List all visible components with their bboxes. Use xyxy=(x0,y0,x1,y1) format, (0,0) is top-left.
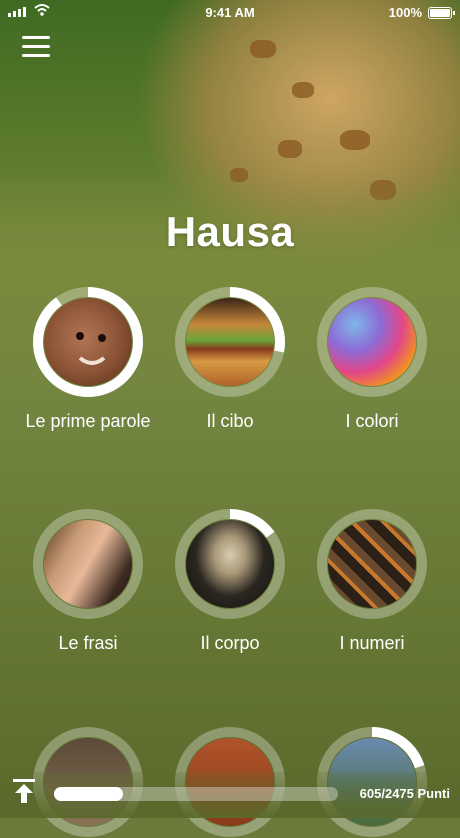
topic-label: I colori xyxy=(345,411,399,431)
colored-powder-image xyxy=(328,298,416,386)
wooden-digits-image xyxy=(328,520,416,608)
topic-numbers[interactable]: I numeri xyxy=(307,508,437,655)
hamburger-menu-icon[interactable] xyxy=(22,36,52,58)
battery-percentage: 100% xyxy=(388,5,422,20)
topic-body[interactable]: Il corpo xyxy=(165,508,295,655)
upload-arrow-icon[interactable] xyxy=(12,778,36,804)
points-progress-fill xyxy=(54,787,124,801)
battery-icon xyxy=(428,7,455,19)
topic-phrases[interactable]: Le frasi xyxy=(23,508,153,655)
page-title: Hausa xyxy=(165,208,295,255)
topic-label: Il corpo xyxy=(200,633,260,653)
points-counter: 605/2475 Punti xyxy=(359,786,450,801)
baby-face-image xyxy=(44,298,132,386)
topic-label: Il cibo xyxy=(206,411,254,431)
smiling-woman-image xyxy=(44,520,132,608)
topic-label: Le frasi xyxy=(58,633,118,653)
points-progress-bar xyxy=(54,787,338,801)
topic-colors[interactable]: I colori xyxy=(307,286,437,433)
topic-label: Le prime parole xyxy=(25,411,151,431)
skeleton-image xyxy=(186,520,274,608)
bottom-bar: 605/2475 Punti xyxy=(0,772,460,818)
topic-first-words[interactable]: Le prime parole xyxy=(23,286,153,433)
status-bar: 9:41 AM 100% xyxy=(0,0,460,24)
topic-label: I numeri xyxy=(339,633,405,653)
topic-food[interactable]: Il cibo xyxy=(165,286,295,433)
burger-image xyxy=(186,298,274,386)
